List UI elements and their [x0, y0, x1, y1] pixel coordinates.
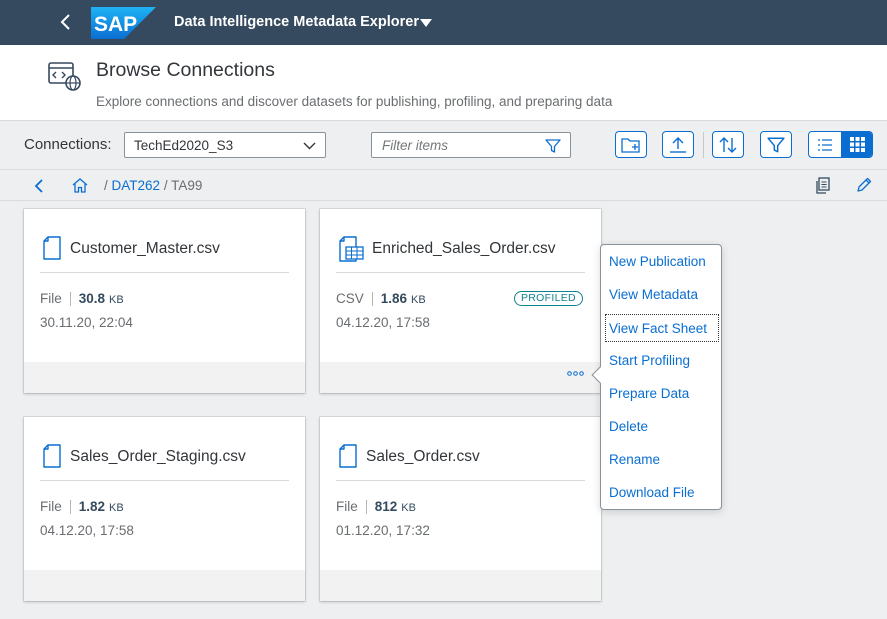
chevron-down-icon: [303, 142, 316, 150]
upload-icon: [670, 136, 686, 153]
filter-icon[interactable]: [545, 138, 561, 154]
dataset-size: 1.86: [380, 291, 408, 306]
dataset-date: 01.12.20, 17:32: [336, 523, 430, 538]
connection-browser-icon: [48, 62, 81, 91]
menu-item-delete[interactable]: Delete: [609, 413, 715, 441]
card-footer: [24, 570, 305, 601]
back-icon[interactable]: [32, 178, 46, 194]
page-subtitle: Explore connections and discover dataset…: [96, 94, 613, 109]
dataset-name: Sales_Order.csv: [366, 448, 480, 465]
chevron-down-icon[interactable]: [420, 19, 432, 27]
dataset-card[interactable]: Customer_Master.csv File 30.8 KB 30.11.2…: [24, 209, 305, 393]
new-folder-button[interactable]: [615, 131, 647, 158]
filter-field[interactable]: [371, 132, 571, 158]
menu-item-view-metadata[interactable]: View Metadata: [609, 281, 715, 309]
dataset-meta: File 30.8 KB: [40, 291, 124, 306]
menu-item-start-profiling[interactable]: Start Profiling: [609, 347, 715, 375]
dataset-card[interactable]: Enriched_Sales_Order.csv CSV 1.86 KB PRO…: [320, 209, 601, 393]
connection-select[interactable]: TechEd2020_S3: [124, 132, 326, 158]
connections-label: Connections:: [24, 136, 112, 153]
toolbar-divider: [703, 132, 704, 158]
file-icon: [339, 444, 357, 468]
dataset-type: File: [40, 499, 62, 514]
menu-item-new-publication[interactable]: New Publication: [609, 248, 715, 276]
dataset-name: Customer_Master.csv: [70, 240, 220, 257]
list-icon: [818, 138, 832, 151]
meta-separator: [69, 499, 71, 514]
card-footer: [24, 362, 305, 393]
dataset-size-unit: KB: [109, 502, 124, 514]
more-icon[interactable]: [567, 371, 584, 376]
menu-item-rename[interactable]: Rename: [609, 446, 715, 474]
file-icon: [43, 444, 61, 468]
card-footer: [320, 362, 601, 393]
view-toggle: [808, 131, 873, 158]
table-file-icon: [339, 236, 364, 262]
dataset-date: 04.12.20, 17:58: [40, 523, 134, 538]
dataset-type: CSV: [336, 291, 364, 306]
breadcrumb-current: TA99: [171, 178, 203, 193]
sort-button[interactable]: [712, 131, 744, 158]
toolbar: Connections: TechEd2020_S3: [0, 122, 887, 168]
filter-button[interactable]: [760, 131, 792, 158]
dataset-size: 1.82: [78, 499, 106, 514]
page-title: Browse Connections: [96, 59, 275, 81]
list-view-button[interactable]: [809, 132, 841, 157]
add-folder-icon: [621, 137, 640, 153]
upload-button[interactable]: [662, 131, 694, 158]
page-header: Browse Connections Explore connections a…: [0, 45, 887, 121]
grid-view-button[interactable]: [841, 132, 872, 157]
dataset-card[interactable]: Sales_Order_Staging.csv File 1.82 KB 04.…: [24, 417, 305, 601]
dataset-meta: CSV 1.86 KB: [336, 291, 426, 306]
breadcrumb-bar: / DAT262 / TA99: [0, 169, 887, 201]
svg-text:SAP: SAP: [94, 13, 137, 36]
dataset-date: 30.11.20, 22:04: [40, 315, 133, 330]
menu-item-view-fact-sheet[interactable]: View Fact Sheet: [605, 314, 719, 342]
dataset-name: Enriched_Sales_Order.csv: [372, 240, 556, 257]
copy-icon[interactable]: [815, 177, 831, 194]
breadcrumb-separator: /: [104, 178, 108, 193]
dataset-date: 04.12.20, 17:58: [336, 315, 430, 330]
card-divider: [40, 272, 289, 273]
meta-separator: [371, 291, 373, 306]
sap-logo[interactable]: SAP: [91, 7, 156, 39]
app-title[interactable]: Data Intelligence Metadata Explorer: [174, 14, 419, 30]
dataset-meta: File 1.82 KB: [40, 499, 124, 514]
dataset-size-unit: KB: [411, 294, 426, 306]
sort-icon: [719, 136, 737, 153]
back-icon[interactable]: [56, 12, 76, 32]
context-menu: New Publication View Metadata View Fact …: [591, 244, 722, 510]
shell-bar: SAP Data Intelligence Metadata Explorer: [0, 0, 887, 45]
dataset-size: 30.8: [78, 291, 106, 306]
card-divider: [336, 480, 585, 481]
dataset-size-unit: KB: [109, 294, 124, 306]
menu-item-prepare-data[interactable]: Prepare Data: [609, 380, 715, 408]
menu-item-download-file[interactable]: Download File: [609, 479, 715, 507]
card-footer: [320, 570, 601, 601]
dataset-type: File: [40, 291, 62, 306]
dataset-size-unit: KB: [401, 502, 416, 514]
card-divider: [40, 480, 289, 481]
breadcrumb: / DAT262 / TA99: [104, 178, 202, 193]
card-divider: [336, 272, 585, 273]
filter-icon: [767, 137, 785, 152]
home-icon[interactable]: [71, 177, 89, 193]
breadcrumb-link-dat262[interactable]: DAT262: [112, 178, 161, 193]
file-icon: [43, 236, 61, 260]
dataset-type: File: [336, 499, 358, 514]
grid-icon: [849, 137, 865, 152]
edit-icon[interactable]: [856, 177, 872, 193]
status-badge: PROFILED: [514, 291, 583, 306]
meta-separator: [365, 499, 367, 514]
dataset-size: 812: [374, 499, 398, 514]
breadcrumb-separator: /: [163, 178, 168, 193]
connection-value: TechEd2020_S3: [134, 138, 234, 153]
dataset-card[interactable]: Sales_Order.csv File 812 KB 01.12.20, 17…: [320, 417, 601, 601]
dataset-meta: File 812 KB: [336, 499, 416, 514]
dataset-name: Sales_Order_Staging.csv: [70, 448, 246, 465]
meta-separator: [69, 291, 71, 306]
filter-input[interactable]: [372, 133, 542, 157]
